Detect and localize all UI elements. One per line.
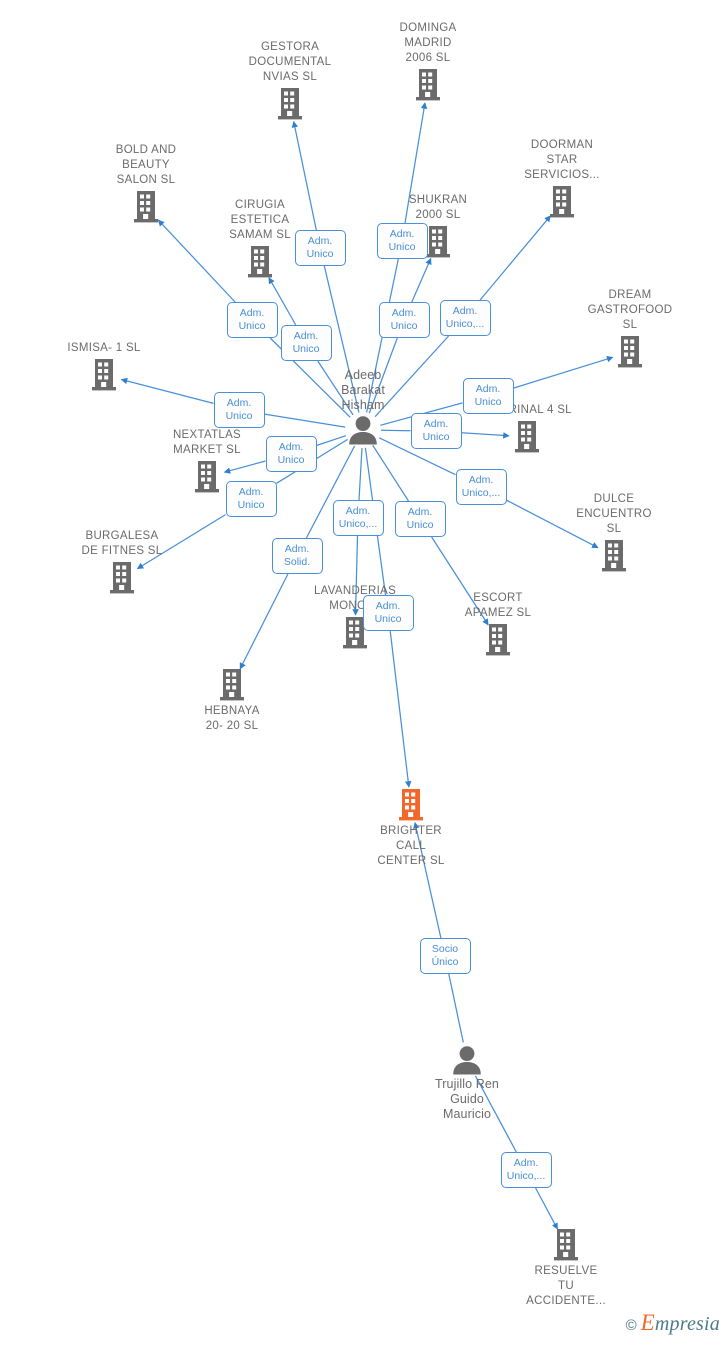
building-icon <box>554 539 674 573</box>
node-label: Trujillo Ren Guido Mauricio <box>435 1077 499 1121</box>
relation-chip-adeeb-to-dream[interactable]: Adm. Unico <box>462 378 514 414</box>
relation-chip-adeeb-to-dulce[interactable]: Adm. Unico,... <box>455 469 507 505</box>
person-icon <box>303 415 423 445</box>
node-label: ESCORT APAMEZ SL <box>464 592 532 619</box>
building-icon <box>172 668 292 702</box>
building-icon <box>368 68 488 102</box>
relation-chip-adeeb-to-doorman[interactable]: Adm. Unico,... <box>439 300 491 336</box>
node-label: BRIGHTER CALL CENTER SL <box>377 825 445 867</box>
copyright-symbol: © <box>625 1317 637 1334</box>
building-icon <box>438 623 558 657</box>
brand-rest: mpresia <box>654 1313 720 1335</box>
node-label: DOORMAN STAR SERVICIOS... <box>524 139 600 181</box>
brand-wordmark: Empresia <box>641 1310 720 1336</box>
relation-chip-adeeb-to-brighter[interactable]: Adm. Unico <box>362 595 414 631</box>
node-label: GESTORA DOCUMENTAL NVIAS SL <box>248 41 332 83</box>
building-icon <box>570 335 690 369</box>
company-node-doorman[interactable]: DOORMAN STAR SERVICIOS... <box>502 138 622 219</box>
node-label: DULCE ENCUENTRO SL <box>576 493 652 535</box>
relation-chip-adeeb-to-dominga[interactable]: Adm. Unico <box>376 223 428 259</box>
building-icon <box>86 190 206 224</box>
company-node-bold[interactable]: BOLD AND BEAUTY SALON SL <box>86 143 206 224</box>
relation-chip-adeeb-to-nextatlas[interactable]: Adm. Unico <box>265 436 317 472</box>
relationship-graph: GESTORA DOCUMENTAL NVIAS SL DOMINGA MADRI… <box>0 0 728 1345</box>
relation-chip-trujillo-to-brighter[interactable]: Socio Único <box>419 938 471 974</box>
relation-chip-adeeb-to-shukran[interactable]: Adm. Unico <box>378 302 430 338</box>
person-node-adeeb[interactable]: Adeeb Barakat Hisham <box>303 368 423 445</box>
relation-chip-adeeb-to-gestora[interactable]: Adm. Unico <box>294 230 346 266</box>
company-node-resuelve[interactable]: RESUELVE TU ACCIDENTE... <box>506 1228 626 1309</box>
relation-chip-adeeb-to-cirugia[interactable]: Adm. Unico <box>280 325 332 361</box>
company-node-dominga[interactable]: DOMINGA MADRID 2006 SL <box>368 21 488 102</box>
relation-chip-adeeb-to-hebnaya[interactable]: Adm. Solid. <box>271 538 323 574</box>
building-icon <box>230 87 350 121</box>
node-label: BURGALESA DE FITNES SL <box>81 530 163 557</box>
building-icon <box>351 788 471 822</box>
company-node-escort[interactable]: ESCORT APAMEZ SL <box>438 591 558 657</box>
company-node-dulce[interactable]: DULCE ENCUENTRO SL <box>554 492 674 573</box>
node-label: NEXTATLAS MARKET SL <box>172 429 242 456</box>
node-label: DREAM GASTROFOOD SL <box>587 289 673 331</box>
node-label: SHUKRAN 2000 SL <box>408 194 468 221</box>
person-node-trujillo[interactable]: Trujillo Ren Guido Mauricio <box>407 1045 527 1122</box>
building-icon <box>62 561 182 595</box>
relation-chip-adeeb-to-lavanderias[interactable]: Adm. Unico,... <box>332 500 384 536</box>
person-icon <box>407 1045 527 1075</box>
empresia-watermark: © Empresia <box>626 1310 720 1336</box>
node-label: HEBNAYA 20- 20 SL <box>204 705 260 732</box>
node-label: Adeeb Barakat Hisham <box>341 368 385 412</box>
building-icon <box>467 420 587 454</box>
building-icon <box>502 185 622 219</box>
building-icon <box>44 358 164 392</box>
relation-chip-trujillo-to-resuelve[interactable]: Adm. Unico,... <box>500 1152 552 1188</box>
relation-chip-adeeb-to-burgalesa[interactable]: Adm. Unico <box>225 481 277 517</box>
company-node-brighter[interactable]: BRIGHTER CALL CENTER SL <box>351 788 471 869</box>
company-node-hebnaya[interactable]: HEBNAYA 20- 20 SL <box>172 668 292 734</box>
brand-initial: E <box>640 1310 655 1335</box>
company-node-dream[interactable]: DREAM GASTROFOOD SL <box>570 288 690 369</box>
relation-chip-adeeb-to-escort[interactable]: Adm. Unico <box>394 501 446 537</box>
building-icon <box>506 1228 626 1262</box>
node-label: BOLD AND BEAUTY SALON SL <box>115 144 177 186</box>
relation-chip-adeeb-to-bold[interactable]: Adm. Unico <box>226 302 278 338</box>
node-label: DOMINGA MADRID 2006 SL <box>399 22 457 64</box>
company-node-gestora[interactable]: GESTORA DOCUMENTAL NVIAS SL <box>230 40 350 121</box>
node-label: ISMISA- 1 SL <box>67 342 141 354</box>
relation-chip-adeeb-to-ismisa[interactable]: Adm. Unico <box>213 392 265 428</box>
company-node-burgalesa[interactable]: BURGALESA DE FITNES SL <box>62 529 182 595</box>
company-node-ismisa[interactable]: ISMISA- 1 SL <box>44 341 164 392</box>
relation-chip-adeeb-to-madrinal[interactable]: Adm. Unico <box>410 413 462 449</box>
node-label: RESUELVE TU ACCIDENTE... <box>526 1265 606 1307</box>
